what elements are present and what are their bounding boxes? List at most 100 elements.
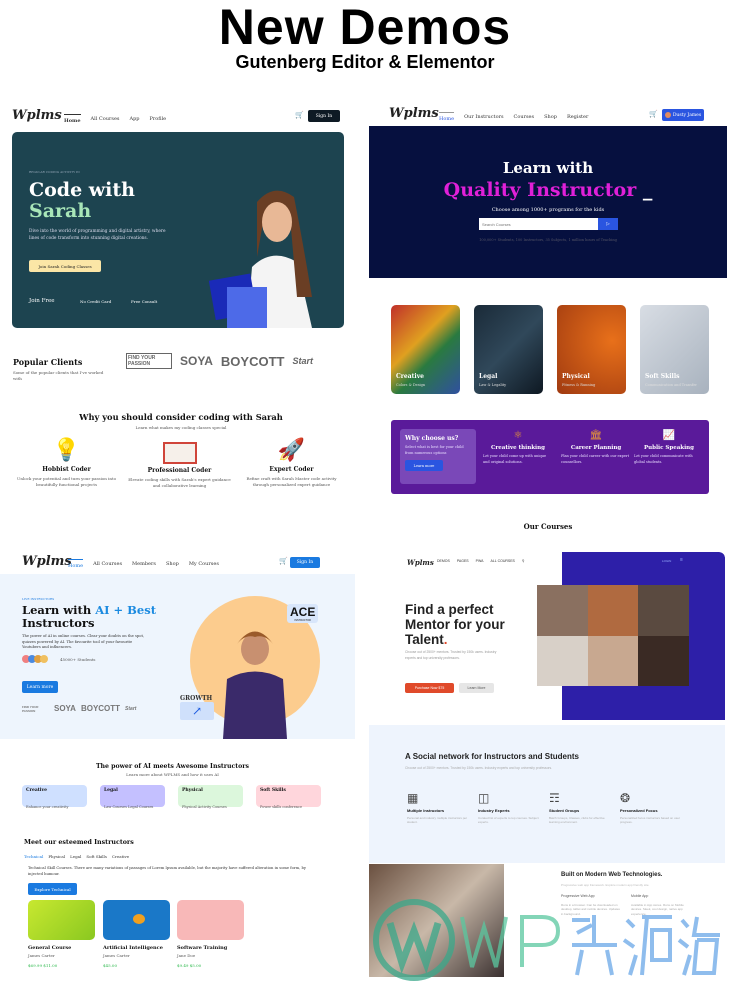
main-nav: DEMOS PAGES PWA ALL COURSES ⚲	[437, 559, 524, 563]
our-courses-title: Our Courses	[523, 522, 573, 530]
course-author: James Carter	[103, 953, 130, 958]
hero-title-line2: Quality Instructor _	[443, 179, 653, 201]
feature-title: Hobbist Coder	[42, 466, 91, 473]
student-avatars	[22, 655, 48, 663]
category-card-creative[interactable]: Creative Colors & Design	[391, 305, 460, 394]
nav-members[interactable]: Members	[132, 561, 156, 567]
nav-all-courses[interactable]: ALL COURSES	[491, 559, 515, 563]
demo-quality-instructor[interactable]: Wplms Home Our Instructors Courses Shop …	[369, 100, 727, 530]
learn-more-button[interactable]: Learn more	[405, 460, 443, 471]
ai-category-legal[interactable]: Legal Law Courses Legal Courses	[100, 785, 165, 809]
search-input[interactable]	[479, 218, 598, 230]
menu-icon[interactable]: ≡	[680, 557, 683, 563]
cart-icon[interactable]: 🛒	[295, 111, 304, 119]
course-software[interactable]: Software Training Jane Doe $9.49 $5.00	[177, 945, 247, 968]
hero-description: Dive into the world of programming and d…	[29, 229, 166, 241]
benefit-desc: Plan your child career with our expert c…	[561, 454, 629, 464]
clients-title: Popular Clients	[13, 357, 83, 367]
nav-my-courses[interactable]: My Courses	[189, 561, 219, 567]
sign-in-button[interactable]: Sign In	[290, 557, 320, 568]
course-ai[interactable]: Artificial Intelligence James Carter $45…	[103, 945, 173, 968]
nav-demos[interactable]: DEMOS	[437, 559, 450, 563]
social-title: A Social network for Instructors and Stu…	[405, 752, 579, 761]
demo-code-with-sarah[interactable]: Wplms Home All Courses App Profile 🛒 Sig…	[2, 100, 360, 530]
feature-hobbist: 💡 Hobbist Coder Unlock your potential an…	[14, 438, 119, 487]
tab-legal[interactable]: Legal	[70, 854, 81, 859]
tab-creative[interactable]: Creative	[112, 854, 129, 859]
category-card-physical[interactable]: Physical Fitness & Running	[557, 305, 626, 394]
social-feature-title: Multiple Instructors	[407, 808, 445, 813]
woman-arms-crossed-image	[223, 631, 287, 739]
explore-technical-button[interactable]: Explore Technical	[28, 883, 77, 895]
category-card-soft-skills[interactable]: Soft Skills Communication and Transfer	[640, 305, 709, 394]
search-button[interactable]: ▷	[598, 218, 618, 230]
hero-eyebrow: REGULAR CODING ACTIVITY IN	[29, 170, 80, 174]
learn-more-button[interactable]: Learn more	[22, 681, 58, 693]
course-image-software[interactable]	[177, 900, 244, 940]
feature-title: Expert Coder	[269, 466, 314, 473]
nav-pages[interactable]: PAGES	[457, 559, 469, 563]
growth-badge-text: GROWTH	[180, 695, 213, 702]
tech-description: Progressive web app framework. Explore m…	[561, 883, 650, 887]
card-title: Legal	[479, 373, 498, 380]
client-logo-soya: SOYA	[54, 704, 76, 713]
nav-home[interactable]: Home	[68, 559, 84, 569]
lightbulb-icon: 💡	[52, 438, 81, 463]
category-subtitle: Power skills conference	[260, 805, 303, 809]
nav-app[interactable]: App	[129, 116, 139, 122]
nav-all-courses[interactable]: All Courses	[93, 561, 122, 567]
ai-category-soft-skills[interactable]: Soft Skills Power skills conference	[256, 785, 321, 809]
learn-more-button[interactable]: Learn More	[459, 683, 494, 693]
category-subtitle: Law Courses Legal Courses	[104, 805, 154, 809]
growth-badge: GROWTH ↗	[180, 695, 214, 720]
nav-our-instructors[interactable]: Our Instructors	[464, 114, 503, 120]
hero-title-accent: AI + Best	[95, 603, 157, 617]
social-feature-desc: Personalized focus instructors based on …	[620, 816, 680, 824]
join-classes-button[interactable]: Join Sarah Coding Classes	[29, 260, 101, 272]
benefit-career-planning: 🏛 Career Planning Plan your child career…	[561, 430, 631, 465]
feature-professional: Professional Coder Elevate coding skills…	[127, 438, 232, 488]
nav-courses[interactable]: Courses	[514, 114, 535, 120]
nav-shop[interactable]: Shop	[544, 114, 557, 120]
purchase-now-button[interactable]: Purchase Now $75	[405, 683, 454, 693]
nav-pwa[interactable]: PWA	[476, 559, 484, 563]
ai-category-creative[interactable]: Creative Enhance your creativity	[22, 785, 87, 809]
cart-icon[interactable]: 🛒	[279, 557, 288, 565]
perk-no-credit-card: No Credit Card	[80, 299, 112, 304]
course-title: Software Training	[177, 945, 228, 951]
hero: LIVE INSTRUCTORS Learn with AI + Best In…	[0, 574, 355, 739]
hero-description: Choose out of 2500+ mentors. Trusted by …	[405, 650, 497, 660]
social-feature-multiple-instructors: ▦ Multiple Instructors Personal and indu…	[407, 791, 469, 824]
tab-physical[interactable]: Physical	[48, 854, 65, 859]
tab-soft-skills[interactable]: Soft Skills	[86, 854, 107, 859]
nav-all-courses[interactable]: All Courses	[91, 116, 120, 122]
nav-register[interactable]: Register	[567, 114, 588, 120]
rocket-icon: 🚀	[277, 438, 306, 463]
subheadline: Gutenberg Editor & Elementor	[235, 52, 495, 72]
nav-shop[interactable]: Shop	[166, 561, 179, 567]
sign-in-button[interactable]: Sign In	[308, 110, 340, 122]
social-feature-desc: Personal and industry multiple instructo…	[407, 816, 468, 824]
nav-profile[interactable]: Profile	[149, 116, 166, 122]
tab-technical[interactable]: Technical	[24, 854, 43, 859]
nav-home[interactable]: Home	[439, 112, 455, 122]
benefit-public-speaking: 📈 Public Speaking Let your child communi…	[634, 430, 704, 465]
social-feature-desc: Curated list of experts to top courses. …	[478, 816, 539, 824]
demo-learn-with-ai[interactable]: Wplms Home All Courses Members Shop My C…	[0, 548, 362, 988]
course-image-general[interactable]	[28, 900, 95, 940]
nav-home[interactable]: Home	[64, 114, 81, 124]
search-icon[interactable]: ⚲	[522, 559, 525, 563]
student-count: 45000+ Students	[60, 657, 96, 662]
ai-category-physical[interactable]: Physical Physical Activity Courses	[178, 785, 243, 809]
hero-title-line2: Instructors	[22, 616, 95, 630]
course-image-ai[interactable]	[103, 900, 170, 940]
user-menu-button[interactable]: Dusty James	[662, 109, 704, 121]
social-feature-title: Personalized Focus	[620, 808, 658, 813]
cart-icon[interactable]: 🛒	[649, 110, 658, 118]
notebook-icon	[162, 442, 197, 464]
logo: Wplms	[389, 106, 439, 121]
category-card-legal[interactable]: Legal Law & Legality	[474, 305, 543, 394]
login-link[interactable]: LOGIN	[662, 559, 671, 563]
course-general[interactable]: General Course James Carter $69.99 $11.0…	[28, 945, 98, 968]
social-feature-industry-experts: ◫ Industry Experts Curated list of exper…	[478, 791, 540, 824]
